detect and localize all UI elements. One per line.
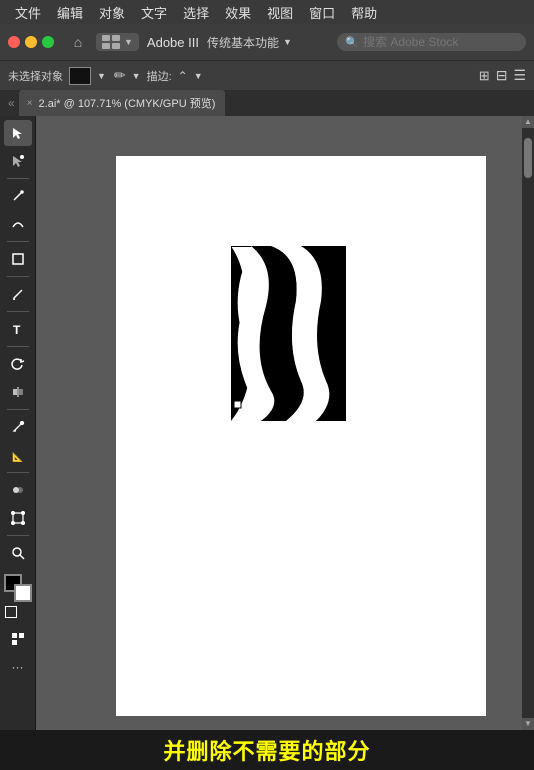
preset-selector[interactable]: 传统基本功能 ▼ bbox=[207, 34, 292, 51]
tool-separator-4 bbox=[7, 311, 29, 312]
scroll-up-button[interactable]: ▲ bbox=[522, 116, 534, 128]
artwork-container[interactable] bbox=[231, 246, 346, 421]
tool-separator-3 bbox=[7, 276, 29, 277]
toolbar-right: ⊞ ⊟ ☰ bbox=[479, 67, 526, 84]
symbol-tool-button[interactable] bbox=[4, 626, 32, 652]
tool-separator-2 bbox=[7, 241, 29, 242]
selection-tool-button[interactable] bbox=[4, 120, 32, 146]
distribute-icon[interactable]: ⊟ bbox=[496, 67, 508, 84]
tab-active[interactable]: × 2.ai* @ 107.71% (CMYK/GPU 预览) bbox=[19, 90, 226, 116]
rectangle-tool-button[interactable] bbox=[4, 246, 32, 272]
curvature-tool-button[interactable] bbox=[4, 211, 32, 237]
svg-text:📐: 📐 bbox=[12, 451, 23, 462]
menu-select[interactable]: 选择 bbox=[176, 0, 216, 24]
menu-view[interactable]: 视图 bbox=[260, 0, 300, 24]
rotate-tool-button[interactable] bbox=[4, 351, 32, 377]
toolbar-top: ⌂ ▼ Adobe III 传统基本功能 ▼ 🔍 bbox=[0, 24, 534, 60]
color-controls bbox=[5, 606, 31, 618]
workspace-grid-icon bbox=[102, 35, 120, 49]
tool-separator-7 bbox=[7, 472, 29, 473]
color-swatches bbox=[4, 574, 32, 602]
menu-window[interactable]: 窗口 bbox=[302, 0, 342, 24]
measure-tool-button[interactable]: 📐 bbox=[4, 442, 32, 468]
scroll-thumb[interactable] bbox=[524, 138, 532, 178]
menu-effect[interactable]: 效果 bbox=[218, 0, 258, 24]
menubar: 文件 编辑 对象 文字 选择 效果 视图 窗口 帮助 bbox=[0, 0, 534, 24]
search-icon: 🔍 bbox=[345, 36, 359, 49]
blend-tool-button[interactable] bbox=[4, 477, 32, 503]
subtitle-text: 并删除不需要的部分 bbox=[163, 734, 370, 766]
preset-label: 传统基本功能 bbox=[207, 34, 279, 51]
transform-tool-button[interactable] bbox=[4, 505, 32, 531]
traffic-lights bbox=[8, 36, 54, 48]
minimize-window-button[interactable] bbox=[25, 36, 37, 48]
stroke-label: 描边: bbox=[147, 68, 172, 84]
maximize-window-button[interactable] bbox=[42, 36, 54, 48]
svg-text:T: T bbox=[13, 323, 21, 336]
menu-file[interactable]: 文件 bbox=[8, 0, 48, 24]
no-color-button[interactable] bbox=[5, 606, 17, 618]
search-bar[interactable]: 🔍 bbox=[337, 33, 526, 51]
tool-separator-6 bbox=[7, 409, 29, 410]
extra-tool-1 bbox=[4, 626, 32, 652]
scroll-down-button[interactable]: ▼ bbox=[522, 718, 534, 730]
tool-separator-5 bbox=[7, 346, 29, 347]
home-icon[interactable]: ⌂ bbox=[68, 32, 88, 52]
preset-dropdown-arrow: ▼ bbox=[283, 37, 292, 47]
menu-edit[interactable]: 编辑 bbox=[50, 0, 90, 24]
tabbar: « × 2.ai* @ 107.71% (CMYK/GPU 预览) bbox=[0, 90, 534, 116]
fill-dropdown-arrow[interactable]: ▼ bbox=[97, 71, 106, 81]
align-icon[interactable]: ⊞ bbox=[479, 68, 490, 84]
tool-separator-1 bbox=[7, 178, 29, 179]
stroke-up-down[interactable]: ⌃ bbox=[178, 69, 188, 83]
type-tool-button[interactable]: T bbox=[4, 316, 32, 342]
canvas-paper bbox=[116, 156, 486, 716]
scrollbar-right[interactable]: ▲ ▼ bbox=[522, 116, 534, 730]
subtitle-bar: 并删除不需要的部分 bbox=[0, 730, 534, 770]
stroke-type-dropdown[interactable]: ▼ bbox=[194, 71, 203, 81]
eyedropper-tool-button[interactable] bbox=[4, 414, 32, 440]
workspace-selector[interactable]: ▼ bbox=[96, 33, 139, 51]
menu-help[interactable]: 帮助 bbox=[344, 0, 384, 24]
paintbrush-tool-button[interactable] bbox=[4, 281, 32, 307]
scroll-track[interactable] bbox=[522, 128, 534, 718]
background-color[interactable] bbox=[14, 584, 32, 602]
close-window-button[interactable] bbox=[8, 36, 20, 48]
reflect-tool-button[interactable] bbox=[4, 379, 32, 405]
tab-close-button[interactable]: × bbox=[27, 98, 33, 109]
no-selection-label: 未选择对象 bbox=[8, 68, 63, 84]
menu-text[interactable]: 文字 bbox=[134, 0, 174, 24]
search-input[interactable] bbox=[363, 35, 518, 49]
more-tools-button[interactable]: ··· bbox=[4, 654, 32, 680]
fill-color-swatch[interactable] bbox=[69, 67, 91, 85]
canvas-area[interactable] bbox=[36, 116, 522, 730]
stroke-icon[interactable]: ✏ bbox=[114, 67, 126, 84]
tool-separator-8 bbox=[7, 535, 29, 536]
tab-label: 2.ai* @ 107.71% (CMYK/GPU 预览) bbox=[39, 95, 216, 111]
stroke-dropdown-arrow[interactable]: ▼ bbox=[132, 71, 141, 81]
main-area: T 📐 bbox=[0, 116, 534, 730]
artwork-svg bbox=[231, 246, 346, 421]
menu-object[interactable]: 对象 bbox=[92, 0, 132, 24]
workspace-name-label: Adobe III bbox=[147, 35, 199, 50]
tab-prev-button[interactable]: « bbox=[4, 96, 19, 110]
pen-tool-button[interactable] bbox=[4, 183, 32, 209]
workspace-dropdown-arrow: ▼ bbox=[124, 37, 133, 47]
zoom-tool-button[interactable] bbox=[4, 540, 32, 566]
left-toolbar: T 📐 bbox=[0, 116, 36, 730]
direct-selection-tool-button[interactable] bbox=[4, 148, 32, 174]
toolbar-second: 未选择对象 ▼ ✏ ▼ 描边: ⌃ ▼ ⊞ ⊟ ☰ bbox=[0, 60, 534, 90]
options-icon[interactable]: ☰ bbox=[513, 67, 526, 84]
